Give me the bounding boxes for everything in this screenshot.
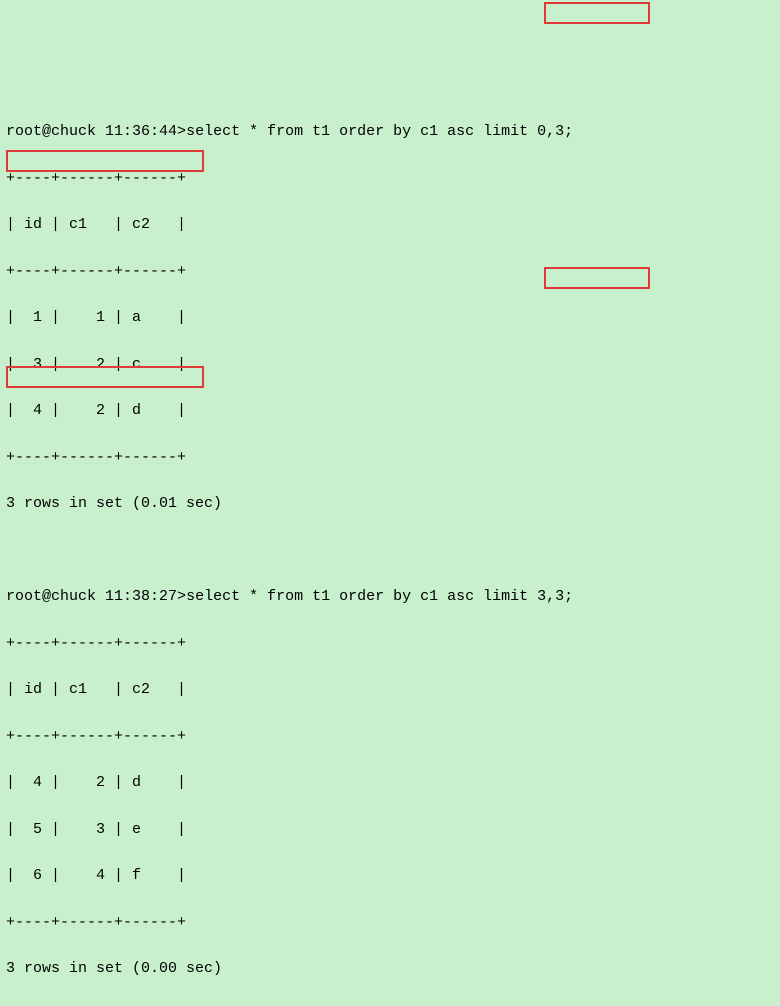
table-header: | id | c1 | c2 | (6, 213, 774, 236)
highlight-limit-clause (544, 2, 650, 24)
prompt-label: root@chuck (6, 588, 96, 605)
table-header: | id | c1 | c2 | (6, 678, 774, 701)
table-border: +----+------+------+ (6, 911, 774, 934)
table-row: | 6 | 4 | f | (6, 864, 774, 887)
sql-limit-clause: limit 0,3; (483, 123, 573, 140)
result-footer: 3 rows in set (0.01 sec) (6, 492, 774, 515)
table-border: +----+------+------+ (6, 632, 774, 655)
result-footer: 3 rows in set (0.00 sec) (6, 957, 774, 980)
sql-query-text: select * from t1 order by c1 asc (186, 123, 483, 140)
sql-query-text: select * from t1 order by c1 asc (186, 588, 483, 605)
prompt-label: root@chuck (6, 123, 96, 140)
table-border: +----+------+------+ (6, 167, 774, 190)
prompt-line: root@chuck 11:36:44>select * from t1 ord… (6, 120, 774, 143)
table-border: +----+------+------+ (6, 260, 774, 283)
table-row: | 1 | 1 | a | (6, 306, 774, 329)
sql-limit-clause: limit 3,3; (483, 588, 573, 605)
prompt-sep: > (177, 123, 186, 140)
table-row: | 4 | 2 | d | (6, 399, 774, 422)
table-row: | 5 | 3 | e | (6, 818, 774, 841)
table-row: | 4 | 2 | d | (6, 771, 774, 794)
table-border: +----+------+------+ (6, 446, 774, 469)
prompt-line: root@chuck 11:38:27>select * from t1 ord… (6, 585, 774, 608)
table-row: | 3 | 2 | c | (6, 353, 774, 376)
prompt-sep: > (177, 588, 186, 605)
prompt-time: 11:38:27 (105, 588, 177, 605)
prompt-time: 11:36:44 (105, 123, 177, 140)
table-border: +----+------+------+ (6, 725, 774, 748)
